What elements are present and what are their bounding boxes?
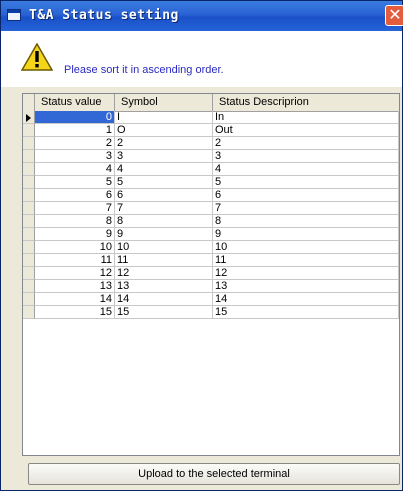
window-app-icon [7,9,21,21]
symbol-cell[interactable]: 12 [115,267,213,280]
status-description-cell[interactable]: 9 [213,228,399,241]
status-value-cell[interactable]: 1 [35,124,115,137]
row-selector[interactable] [23,241,35,254]
column-header-status-description[interactable]: Status Descriprion [213,94,399,111]
row-selector[interactable] [23,111,35,124]
symbol-cell[interactable]: 8 [115,215,213,228]
row-selector[interactable] [23,189,35,202]
warning-icon [21,43,53,71]
status-description-cell[interactable]: 5 [213,176,399,189]
table-row[interactable]: 15 15 15 [23,306,399,319]
table-row[interactable]: 12 12 12 [23,267,399,280]
table-row[interactable]: 0 I In [23,111,399,124]
table-row[interactable]: 777 [23,202,399,215]
symbol-cell[interactable]: O [115,124,213,137]
table-row[interactable]: 14 14 14 [23,293,399,306]
status-description-cell[interactable]: 11 [213,254,399,267]
status-value-cell[interactable]: 3 [35,150,115,163]
symbol-cell[interactable]: 10 [115,241,213,254]
row-selector[interactable] [23,150,35,163]
status-description-cell[interactable]: 6 [213,189,399,202]
current-row-arrow-icon [26,114,31,122]
symbol-cell[interactable]: 5 [115,176,213,189]
status-description-cell[interactable]: 4 [213,163,399,176]
table-row[interactable]: 1 O Out [23,124,399,137]
status-value-cell[interactable]: 0 [35,111,115,124]
status-setting-window: T&A Status setting ✕ Please sort it in a… [0,0,403,491]
status-value-cell[interactable]: 8 [35,215,115,228]
close-icon: ✕ [388,5,402,24]
status-value-cell[interactable]: 14 [35,293,115,306]
status-table[interactable]: Status value Symbol Status Descriprion 0… [22,93,400,456]
symbol-cell[interactable]: 7 [115,202,213,215]
table-header: Status value Symbol Status Descriprion [23,94,399,112]
symbol-cell[interactable]: 2 [115,137,213,150]
status-value-cell[interactable]: 6 [35,189,115,202]
status-value-cell[interactable]: 7 [35,202,115,215]
table-row[interactable]: 10 10 10 [23,241,399,254]
status-value-cell[interactable]: 4 [35,163,115,176]
status-value-cell[interactable]: 13 [35,280,115,293]
window-title: T&A Status setting [29,8,179,23]
status-description-cell[interactable]: In [213,111,399,124]
table-row[interactable]: 666 [23,189,399,202]
table-row[interactable]: 999 [23,228,399,241]
table-row[interactable]: 11 11 11 [23,254,399,267]
table-row[interactable]: 222 [23,137,399,150]
status-value-cell[interactable]: 9 [35,228,115,241]
row-selector[interactable] [23,124,35,137]
status-description-cell[interactable]: 10 [213,241,399,254]
row-selector[interactable] [23,306,35,319]
info-message: Please sort it in ascending order. [64,64,224,76]
symbol-cell[interactable]: 14 [115,293,213,306]
table-row[interactable]: 888 [23,215,399,228]
row-selector[interactable] [23,293,35,306]
status-description-cell[interactable]: 8 [213,215,399,228]
status-value-cell[interactable]: 12 [35,267,115,280]
status-value-cell[interactable]: 5 [35,176,115,189]
table-row[interactable]: 13 13 13 [23,280,399,293]
row-selector[interactable] [23,137,35,150]
status-description-cell[interactable]: 14 [213,293,399,306]
upload-button[interactable]: Upload to the selected terminal [28,463,400,485]
symbol-cell[interactable]: 13 [115,280,213,293]
status-value-cell[interactable]: 11 [35,254,115,267]
status-description-cell[interactable]: Out [213,124,399,137]
status-description-cell[interactable]: 2 [213,137,399,150]
row-selector[interactable] [23,215,35,228]
row-selector[interactable] [23,228,35,241]
status-description-cell[interactable]: 13 [213,280,399,293]
column-header-symbol[interactable]: Symbol [115,94,213,111]
symbol-cell[interactable]: 15 [115,306,213,319]
symbol-cell[interactable]: 11 [115,254,213,267]
title-bar[interactable]: T&A Status setting ✕ [1,1,403,31]
info-area: Please sort it in ascending order. [1,31,402,87]
row-selector[interactable] [23,202,35,215]
symbol-cell[interactable]: 4 [115,163,213,176]
row-header-corner [23,94,35,111]
symbol-cell[interactable]: 6 [115,189,213,202]
close-button[interactable]: ✕ [385,5,403,26]
status-description-cell[interactable]: 7 [213,202,399,215]
status-description-cell[interactable]: 15 [213,306,399,319]
row-selector[interactable] [23,176,35,189]
status-value-cell[interactable]: 15 [35,306,115,319]
status-description-cell[interactable]: 12 [213,267,399,280]
table-row[interactable]: 555 [23,176,399,189]
row-selector[interactable] [23,280,35,293]
column-header-status-value[interactable]: Status value [35,94,115,111]
row-selector[interactable] [23,267,35,280]
status-description-cell[interactable]: 3 [213,150,399,163]
table-row[interactable]: 444 [23,163,399,176]
row-selector[interactable] [23,163,35,176]
symbol-cell[interactable]: 9 [115,228,213,241]
status-value-cell[interactable]: 2 [35,137,115,150]
status-value-cell[interactable]: 10 [35,241,115,254]
symbol-cell[interactable]: 3 [115,150,213,163]
row-selector[interactable] [23,254,35,267]
table-row[interactable]: 333 [23,150,399,163]
symbol-cell[interactable]: I [115,111,213,124]
